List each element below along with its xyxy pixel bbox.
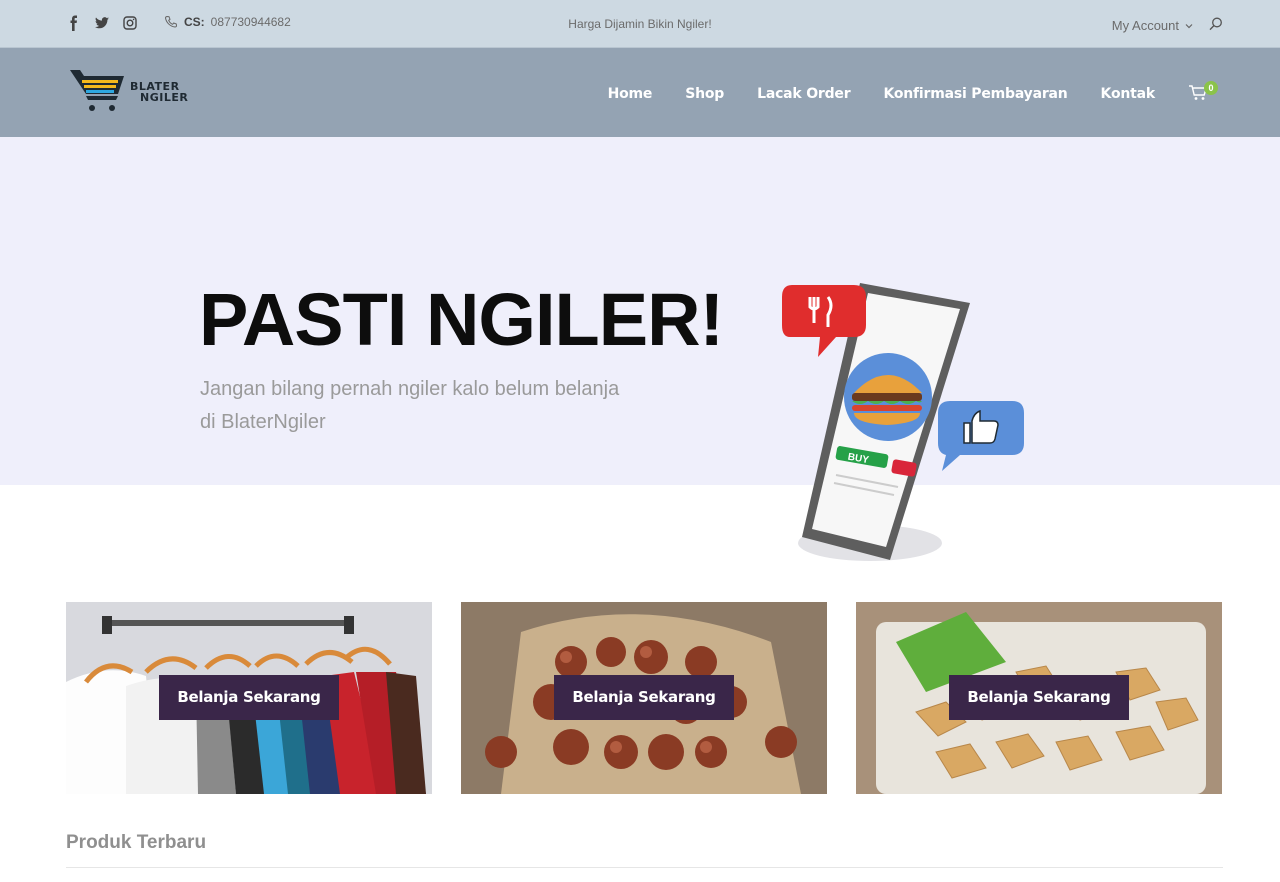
my-account-dropdown[interactable]: My Account bbox=[1112, 18, 1194, 33]
shopping-cart-logo-icon bbox=[70, 70, 124, 111]
tagline: Harga Dijamin Bikin Ngiler! bbox=[568, 17, 712, 31]
cart-button[interactable]: 0 bbox=[1188, 81, 1218, 104]
hero-title: PASTI NGILER! bbox=[199, 278, 724, 361]
section-divider bbox=[66, 867, 1223, 868]
category-card-snacks[interactable]: Belanja Sekarang bbox=[461, 602, 827, 794]
nav-kontak[interactable]: Kontak bbox=[1101, 86, 1156, 102]
my-account-label: My Account bbox=[1111, 18, 1179, 33]
category-cards: Belanja Sekarang Belanja Sekarang Belanj… bbox=[66, 602, 1223, 794]
nav-konfirmasi-pembayaran[interactable]: Konfirmasi Pembayaran bbox=[883, 86, 1067, 102]
main-nav: Home Shop Lacak Order Konfirmasi Pembaya… bbox=[608, 81, 1218, 104]
shop-now-button-snacks[interactable]: Belanja Sekarang bbox=[554, 675, 734, 720]
hero-banner: PASTI NGILER! Jangan bilang pernah ngile… bbox=[0, 137, 1280, 485]
main-header: BLATER NGILER Home Shop Lacak Order Konf… bbox=[0, 48, 1280, 137]
top-bar: CS: 087730944682 Harga Dijamin Bikin Ngi… bbox=[0, 0, 1280, 48]
hero-subtitle: Jangan bilang pernah ngiler kalo belum b… bbox=[200, 378, 620, 433]
cart-count-badge: 0 bbox=[1204, 81, 1218, 95]
nav-shop[interactable]: Shop bbox=[685, 86, 724, 102]
search-icon[interactable] bbox=[1208, 16, 1224, 32]
nav-home[interactable]: Home bbox=[608, 86, 653, 102]
logo-text-line2: NGILER bbox=[140, 91, 189, 104]
site-logo[interactable]: BLATER NGILER bbox=[68, 68, 188, 116]
shop-now-button-clothing[interactable]: Belanja Sekarang bbox=[159, 675, 339, 720]
shop-now-button-crackers[interactable]: Belanja Sekarang bbox=[949, 675, 1129, 720]
category-card-crackers[interactable]: Belanja Sekarang bbox=[856, 602, 1222, 794]
category-card-clothing[interactable]: Belanja Sekarang bbox=[66, 602, 432, 794]
section-title-latest-products: Produk Terbaru bbox=[66, 832, 207, 853]
chevron-down-icon bbox=[1185, 23, 1193, 28]
nav-lacak-order[interactable]: Lacak Order bbox=[757, 86, 851, 102]
phone-order-illustration: BUY bbox=[782, 283, 1024, 561]
